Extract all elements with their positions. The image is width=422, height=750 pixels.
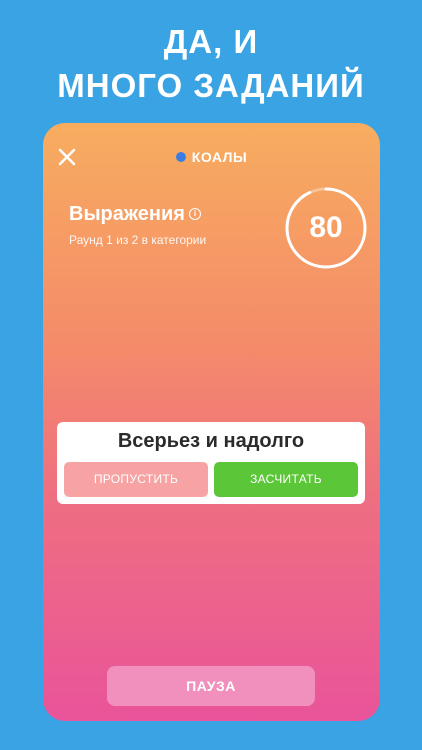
accept-button[interactable]: ЗАСЧИТАТЬ (214, 462, 358, 497)
word-card: Всерьез и надолго ПРОПУСТИТЬ ЗАСЧИТАТЬ (57, 422, 365, 504)
promo-headline: ДА, И МНОГО ЗАДАНИЙ (0, 20, 422, 108)
category-title: Выражения i (69, 203, 201, 226)
round-info: Раунд 1 из 2 в категории (69, 233, 207, 247)
game-card: КОАЛЫ Выражения i Раунд 1 из 2 в категори… (43, 123, 380, 721)
skip-button[interactable]: ПРОПУСТИТЬ (64, 462, 208, 497)
pause-button[interactable]: ПАУЗА (107, 666, 315, 706)
headline-line-1: ДА, И (163, 23, 259, 60)
word-text: Всерьез и надолго (117, 430, 305, 452)
category-name: Выражения (69, 203, 185, 225)
timer-value: 80 (309, 211, 343, 244)
headline-line-2: МНОГО ЗАДАНИЙ (57, 67, 365, 104)
team-indicator: КОАЛЫ (43, 149, 380, 165)
team-name: КОАЛЫ (191, 149, 248, 165)
timer: 80 (284, 186, 368, 270)
team-color-dot (175, 152, 186, 162)
info-icon[interactable]: i (188, 208, 201, 220)
